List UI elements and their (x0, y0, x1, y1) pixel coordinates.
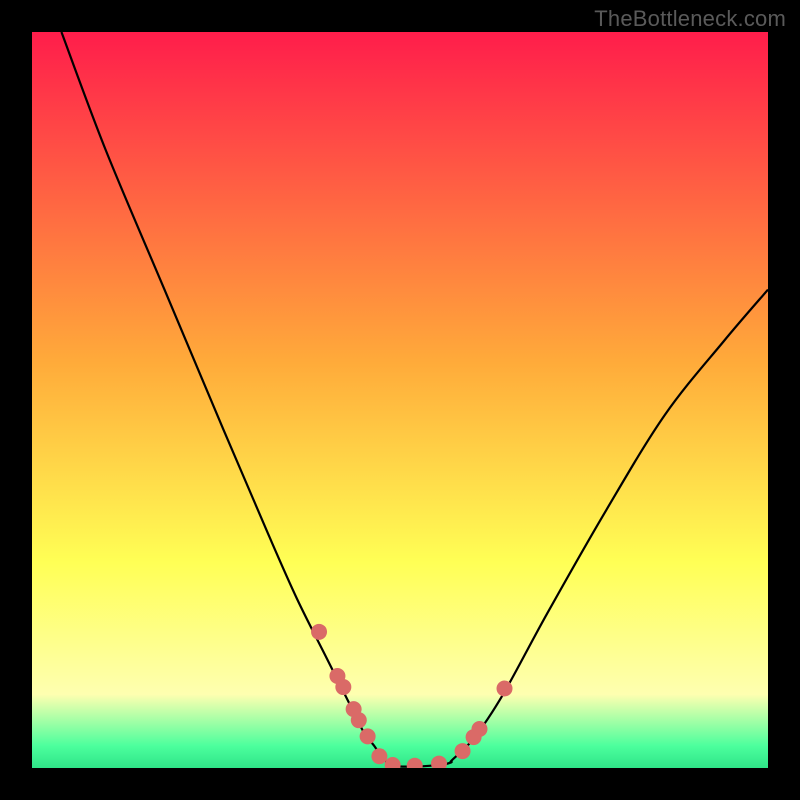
watermark-text: TheBottleneck.com (594, 6, 786, 32)
gradient-background (32, 32, 768, 768)
curve-marker (311, 624, 327, 640)
curve-marker (335, 679, 351, 695)
curve-marker (497, 681, 513, 697)
curve-marker (351, 712, 367, 728)
curve-marker (371, 748, 387, 764)
curve-marker (471, 721, 487, 737)
curve-marker (360, 728, 376, 744)
bottleneck-chart (32, 32, 768, 768)
curve-marker (455, 743, 471, 759)
outer-frame: TheBottleneck.com (0, 0, 800, 800)
